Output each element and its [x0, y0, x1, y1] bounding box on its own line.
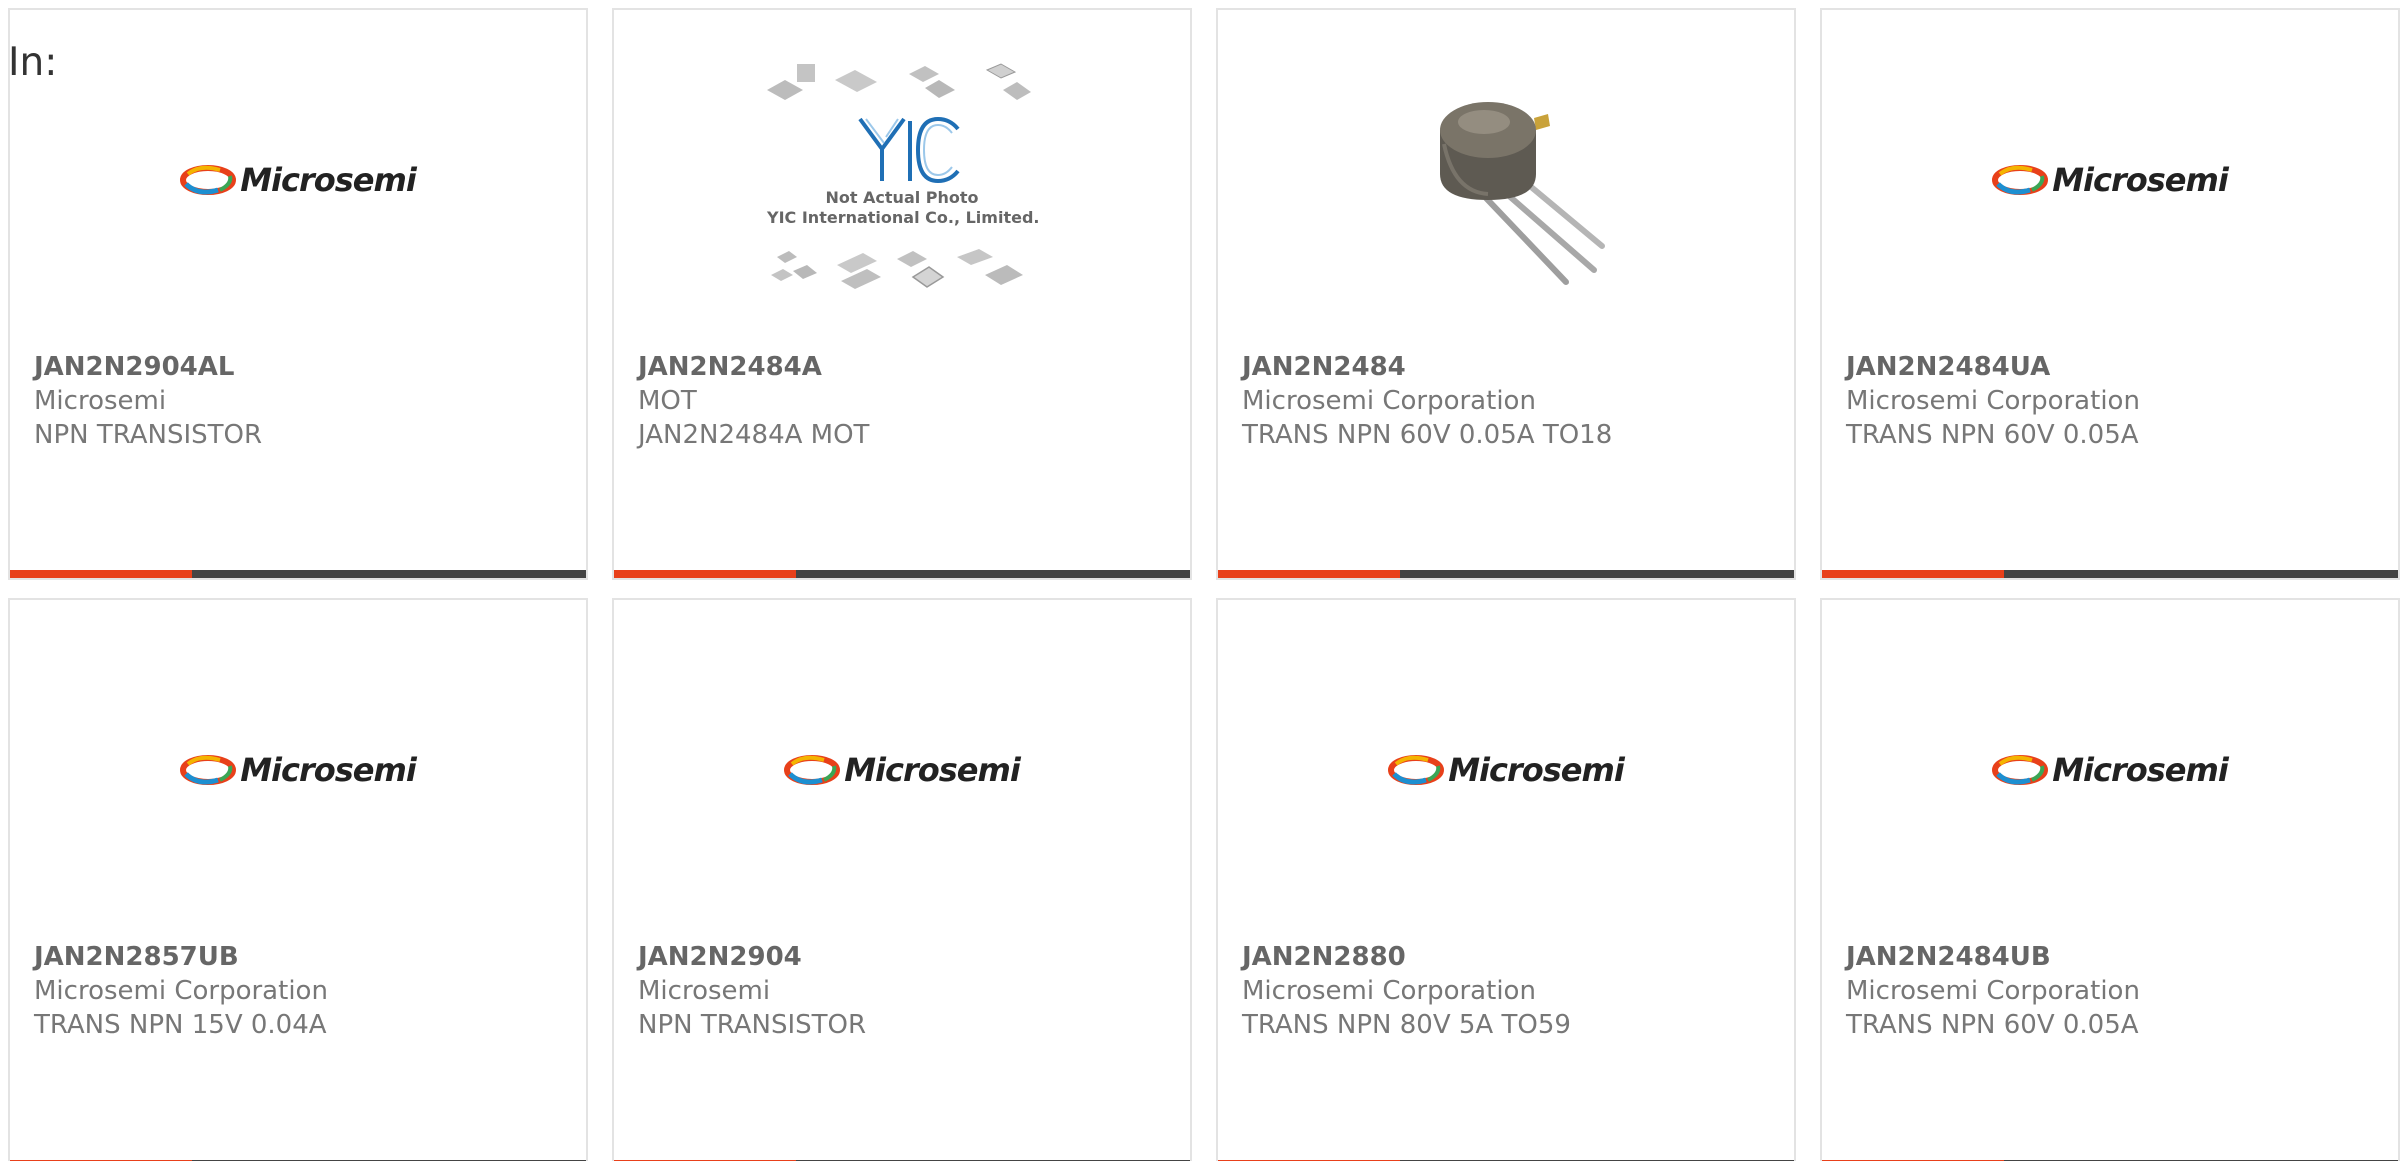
card-accent-bar: [10, 570, 192, 578]
product-card[interactable]: Not Actual Photo YIC International Co., …: [612, 8, 1192, 580]
part-number[interactable]: JAN2N2484A: [638, 350, 1170, 384]
product-card[interactable]: Microsemi JAN2N2880 Microsemi Corporation…: [1216, 598, 1796, 1161]
microsemi-logo: Microsemi: [1992, 161, 2229, 199]
in-label: In:: [8, 40, 58, 85]
yic-mark-icon: [858, 116, 960, 184]
description: TRANS NPN 15V 0.04A: [34, 1010, 327, 1040]
chips-icon: [767, 63, 1031, 100]
manufacturer: Microsemi Corporation: [1242, 976, 1536, 1006]
part-number[interactable]: JAN2N2880: [1242, 940, 1774, 974]
product-image[interactable]: Microsemi: [614, 660, 1190, 880]
microsemi-logo: Microsemi: [784, 751, 1021, 789]
description: TRANS NPN 60V 0.05A: [1846, 420, 2139, 450]
product-image[interactable]: Microsemi: [10, 660, 586, 880]
microsemi-logo: Microsemi: [180, 161, 417, 199]
description: TRANS NPN 60V 0.05A: [1846, 1010, 2139, 1040]
part-number[interactable]: JAN2N2484: [1242, 350, 1774, 384]
product-card[interactable]: Microsemi JAN2N2484UA Microsemi Corporati…: [1820, 8, 2400, 580]
product-info: JAN2N2484A MOT JAN2N2484A MOT: [638, 350, 1170, 452]
microsemi-wordmark: Microsemi: [240, 751, 417, 789]
card-accent-bar: [1822, 570, 2004, 578]
product-info: JAN2N2857UB Microsemi Corporation TRANS NP…: [34, 940, 566, 1042]
card-bottom-bar: [10, 570, 586, 578]
product-image[interactable]: [1218, 70, 1794, 290]
card-bottom-bar: [1218, 570, 1794, 578]
placeholder-line-2: YIC International Co., Limited.: [767, 208, 1040, 227]
product-info: JAN2N2880 Microsemi Corporation TRANS NPN …: [1242, 940, 1774, 1042]
card-bottom-bar: [614, 570, 1190, 578]
product-info: JAN2N2484UB Microsemi Corporation TRANS NP…: [1846, 940, 2378, 1042]
part-number[interactable]: JAN2N2484UB: [1846, 940, 2378, 974]
manufacturer: Microsemi: [638, 976, 771, 1006]
microsemi-logo: Microsemi: [1388, 751, 1625, 789]
description: NPN TRANSISTOR: [638, 1010, 867, 1040]
manufacturer: MOT: [638, 386, 697, 416]
card-accent-bar: [1218, 570, 1400, 578]
yic-placeholder-image: Not Actual Photo YIC International Co., …: [767, 60, 1040, 300]
card-bottom-bar: [1822, 570, 2398, 578]
product-image[interactable]: Microsemi: [10, 70, 586, 290]
manufacturer: Microsemi Corporation: [34, 976, 328, 1006]
product-info: JAN2N2484 Microsemi Corporation TRANS NPN …: [1242, 350, 1774, 452]
product-image[interactable]: Not Actual Photo YIC International Co., …: [614, 63, 1190, 290]
product-card[interactable]: Microsemi JAN2N2484UB Microsemi Corporati…: [1820, 598, 2400, 1161]
description: TRANS NPN 60V 0.05A TO18: [1242, 420, 1613, 450]
product-image[interactable]: Microsemi: [1218, 660, 1794, 880]
microsemi-swirl-icon: [1992, 165, 2049, 195]
microsemi-swirl-icon: [180, 755, 237, 785]
microsemi-wordmark: Microsemi: [844, 751, 1021, 789]
product-card[interactable]: Microsemi JAN2N2904 Microsemi NPN TRANSIST…: [612, 598, 1192, 1161]
microsemi-logo: Microsemi: [1992, 751, 2229, 789]
product-info: JAN2N2904AL Microsemi NPN TRANSISTOR: [34, 350, 566, 452]
part-number[interactable]: JAN2N2904: [638, 940, 1170, 974]
product-info: JAN2N2484UA Microsemi Corporation TRANS NP…: [1846, 350, 2378, 452]
product-card[interactable]: JAN2N2484 Microsemi Corporation TRANS NPN …: [1216, 8, 1796, 580]
chips-icon: [771, 249, 1023, 289]
part-number[interactable]: JAN2N2857UB: [34, 940, 566, 974]
manufacturer: Microsemi Corporation: [1846, 976, 2140, 1006]
manufacturer: Microsemi: [34, 386, 167, 416]
product-image[interactable]: Microsemi: [1822, 70, 2398, 290]
microsemi-swirl-icon: [180, 165, 237, 195]
description: NPN TRANSISTOR: [34, 420, 263, 450]
manufacturer: Microsemi Corporation: [1846, 386, 2140, 416]
microsemi-wordmark: Microsemi: [1448, 751, 1625, 789]
description: JAN2N2484A MOT: [638, 420, 870, 450]
product-grid-page: In: Microsemi JAN2N2904AL Microsemi NPN TR…: [0, 0, 2400, 1161]
microsemi-swirl-icon: [784, 755, 841, 785]
product-info: JAN2N2904 Microsemi NPN TRANSISTOR: [638, 940, 1170, 1042]
product-image[interactable]: Microsemi: [1822, 660, 2398, 880]
microsemi-wordmark: Microsemi: [2052, 161, 2229, 199]
product-card[interactable]: Microsemi JAN2N2857UB Microsemi Corporati…: [8, 598, 588, 1161]
card-accent-bar: [614, 570, 796, 578]
transistor-photo: [1440, 102, 1605, 285]
product-card[interactable]: Microsemi JAN2N2904AL Microsemi NPN TRANSI…: [8, 8, 588, 580]
microsemi-wordmark: Microsemi: [240, 161, 417, 199]
microsemi-wordmark: Microsemi: [2052, 751, 2229, 789]
placeholder-line-1: Not Actual Photo: [825, 188, 979, 207]
microsemi-swirl-icon: [1388, 755, 1445, 785]
part-number[interactable]: JAN2N2484UA: [1846, 350, 2378, 384]
part-number[interactable]: JAN2N2904AL: [34, 350, 566, 384]
description: TRANS NPN 80V 5A TO59: [1242, 1010, 1571, 1040]
manufacturer: Microsemi Corporation: [1242, 386, 1536, 416]
microsemi-swirl-icon: [1992, 755, 2049, 785]
microsemi-logo: Microsemi: [180, 751, 417, 789]
